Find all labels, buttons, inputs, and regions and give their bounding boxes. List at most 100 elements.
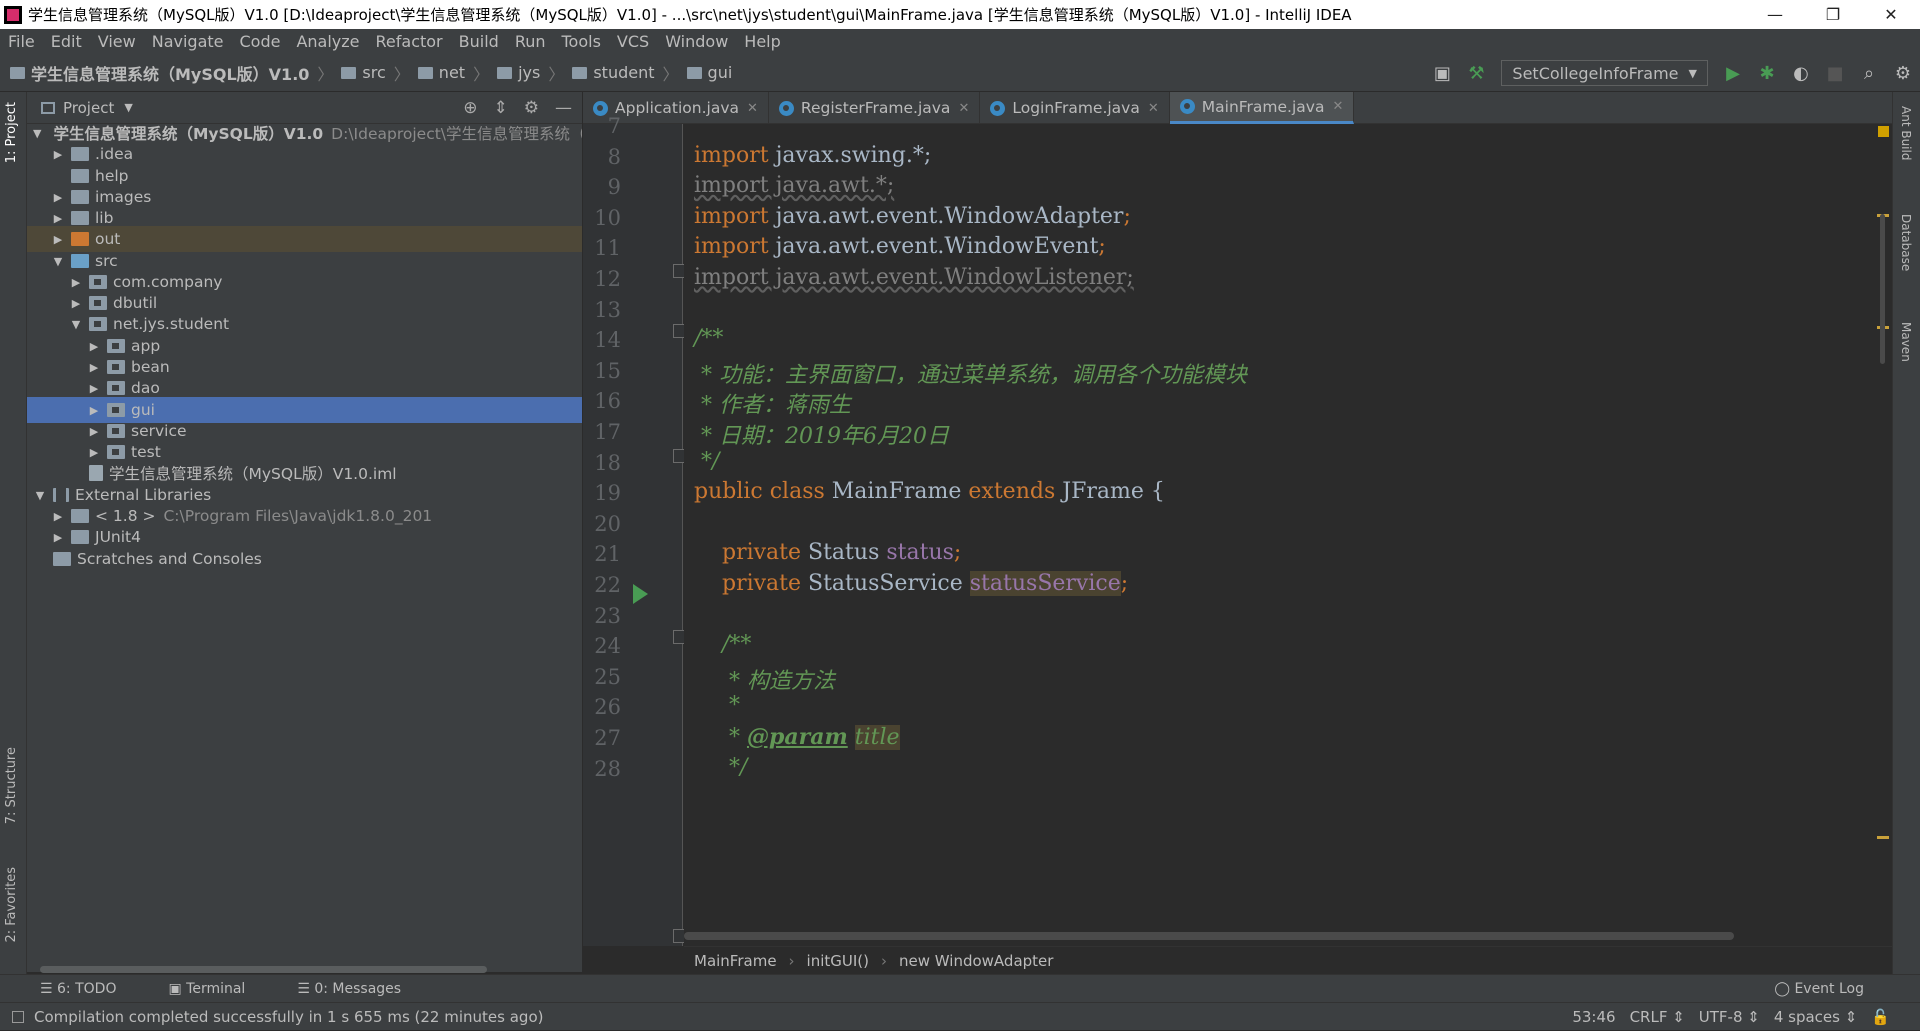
- menu-run[interactable]: Run: [515, 32, 546, 51]
- terminal-tab[interactable]: ▣ Terminal: [168, 981, 271, 997]
- breadcrumb-item[interactable]: new WindowAdapter: [899, 952, 1053, 970]
- code-line[interactable]: import javax.swing.*;: [694, 143, 931, 168]
- gear-icon[interactable]: ⚙: [524, 98, 539, 118]
- code-line[interactable]: * 作者：蒋雨生: [694, 387, 851, 419]
- menu-code[interactable]: Code: [240, 32, 281, 51]
- code-line[interactable]: */: [694, 755, 747, 780]
- locate-icon[interactable]: ⊕: [463, 98, 477, 118]
- chevron-right-icon[interactable]: ▶: [87, 404, 101, 417]
- nav-crumb[interactable]: jys: [518, 63, 540, 82]
- code-line[interactable]: /**: [694, 326, 723, 351]
- menu-window[interactable]: Window: [665, 32, 728, 51]
- close-tab-icon[interactable]: ✕: [747, 101, 758, 116]
- chevron-right-icon[interactable]: ▶: [51, 510, 65, 523]
- menu-navigate[interactable]: Navigate: [152, 32, 224, 51]
- code-line[interactable]: public class MainFrame extends JFrame {: [694, 479, 1165, 504]
- menu-edit[interactable]: Edit: [51, 32, 82, 51]
- chevron-down-icon[interactable]: ▼: [69, 318, 83, 331]
- coverage-icon[interactable]: ◐: [1784, 63, 1818, 84]
- code-line[interactable]: * 构造方法: [694, 663, 835, 695]
- close-button[interactable]: ✕: [1862, 0, 1920, 29]
- run-gutter-icon[interactable]: [633, 584, 648, 604]
- menu-tools[interactable]: Tools: [562, 32, 601, 51]
- chevron-right-icon[interactable]: ▶: [51, 148, 65, 161]
- tree-item[interactable]: Scratches and Consoles: [27, 546, 582, 572]
- breadcrumb-item[interactable]: MainFrame: [694, 952, 777, 970]
- nav-crumb[interactable]: gui: [708, 63, 733, 82]
- menu-view[interactable]: View: [98, 32, 136, 51]
- chevron-right-icon[interactable]: ▶: [69, 297, 83, 310]
- editor-tab[interactable]: MainFrame.java ✕: [1169, 92, 1355, 124]
- run-icon[interactable]: ▶: [1716, 63, 1750, 84]
- nav-crumb[interactable]: src: [362, 63, 385, 82]
- tool-tab-project[interactable]: 1: Project: [4, 102, 19, 163]
- editor-tab[interactable]: RegisterFrame.java ✕: [769, 92, 981, 124]
- chevron-right-icon[interactable]: ▶: [87, 382, 101, 395]
- menu-help[interactable]: Help: [744, 32, 780, 51]
- search-icon[interactable]: ⌕: [1852, 63, 1886, 84]
- code-line[interactable]: * @param title: [694, 724, 900, 750]
- nav-crumb[interactable]: net: [439, 63, 465, 82]
- chevron-down-icon[interactable]: ▼: [51, 255, 65, 268]
- code-line[interactable]: import java.awt.event.WindowAdapter;: [694, 204, 1131, 229]
- chevron-down-icon[interactable]: ▼: [33, 127, 41, 140]
- menu-refactor[interactable]: Refactor: [376, 32, 443, 51]
- collapse-all-icon[interactable]: ⇕: [494, 98, 508, 118]
- code-line[interactable]: import java.awt.*;: [694, 173, 894, 198]
- code-line[interactable]: /**: [694, 632, 751, 657]
- caret-position[interactable]: 53:46: [1572, 1008, 1615, 1026]
- editor-horizontal-scrollbar[interactable]: [684, 932, 1734, 940]
- chevron-right-icon[interactable]: ▶: [87, 425, 101, 438]
- chevron-down-icon[interactable]: ▼: [33, 489, 47, 502]
- tool-tab-database[interactable]: Database: [1899, 214, 1913, 271]
- chevron-right-icon[interactable]: ▶: [69, 276, 83, 289]
- settings-icon[interactable]: ⚙: [1886, 63, 1920, 84]
- code-line[interactable]: * 功能：主界面窗口，通过菜单系统，调用各个功能模块: [694, 357, 1247, 389]
- editor-tab[interactable]: LoginFrame.java ✕: [980, 92, 1170, 124]
- error-stripe-mark[interactable]: [1877, 836, 1889, 839]
- tool-tab-structure[interactable]: 7: Structure: [4, 747, 19, 824]
- menu-analyze[interactable]: Analyze: [296, 32, 359, 51]
- chevron-right-icon[interactable]: ▶: [51, 233, 65, 246]
- chevron-right-icon[interactable]: ▶: [51, 212, 65, 225]
- tool-tab-ant-build[interactable]: Ant Build: [1899, 106, 1913, 160]
- build-hammer-icon[interactable]: ⚒: [1459, 63, 1493, 84]
- chevron-right-icon[interactable]: ▶: [87, 446, 101, 459]
- editor-scroll-thumb[interactable]: [1880, 214, 1885, 364]
- layout-icon[interactable]: ▣: [1425, 63, 1459, 84]
- event-log-tab[interactable]: ◯ Event Log: [1774, 981, 1890, 997]
- messages-tab[interactable]: ☰ 0: Messages: [297, 981, 427, 997]
- code-line[interactable]: */: [694, 449, 719, 474]
- stop-icon[interactable]: ■: [1818, 63, 1852, 84]
- lock-icon[interactable]: 🔓: [1871, 1008, 1890, 1026]
- code-line[interactable]: * 日期：2019年6月20日: [694, 418, 949, 450]
- maximize-button[interactable]: ❐: [1804, 0, 1862, 29]
- close-tab-icon[interactable]: ✕: [958, 101, 969, 116]
- code-line[interactable]: private Status status;: [694, 540, 961, 565]
- menu-build[interactable]: Build: [459, 32, 499, 51]
- chevron-right-icon[interactable]: ▶: [51, 191, 65, 204]
- chevron-right-icon[interactable]: ▶: [51, 531, 65, 544]
- toggle-panels-icon[interactable]: [12, 1010, 24, 1023]
- project-panel-title[interactable]: Project: [63, 99, 114, 117]
- indent-setting[interactable]: 4 spaces ⇕: [1774, 1008, 1857, 1026]
- todo-tab[interactable]: ☰ 6: TODO: [40, 981, 142, 997]
- error-stripe[interactable]: [1873, 124, 1892, 946]
- chevron-down-icon[interactable]: ▼: [124, 101, 132, 114]
- run-config-select[interactable]: SetCollegeInfoFrame ▼: [1501, 60, 1708, 86]
- code-line[interactable]: import java.awt.event.WindowEvent;: [694, 234, 1106, 259]
- status-message[interactable]: Compilation completed successfully in 1 …: [34, 1008, 543, 1026]
- project-tree-scrollbar[interactable]: [40, 966, 487, 973]
- line-separator[interactable]: CRLF ⇕: [1630, 1008, 1685, 1026]
- close-tab-icon[interactable]: ✕: [1148, 101, 1159, 116]
- tool-tab-favorites[interactable]: 2: Favorites: [4, 867, 19, 943]
- menu-vcs[interactable]: VCS: [617, 32, 649, 51]
- nav-crumb[interactable]: 学生信息管理系统（MySQL版）V1.0: [31, 61, 309, 85]
- chevron-right-icon[interactable]: ▶: [87, 340, 101, 353]
- menu-file[interactable]: File: [8, 32, 35, 51]
- code-editor[interactable]: import javax.swing.*; import java.awt.*; i…: [684, 124, 1892, 946]
- hide-icon[interactable]: —: [555, 98, 572, 118]
- code-line[interactable]: import java.awt.event.WindowListener;: [694, 265, 1134, 290]
- code-line[interactable]: private StatusService statusService;: [694, 571, 1128, 596]
- debug-icon[interactable]: ✱: [1750, 63, 1784, 84]
